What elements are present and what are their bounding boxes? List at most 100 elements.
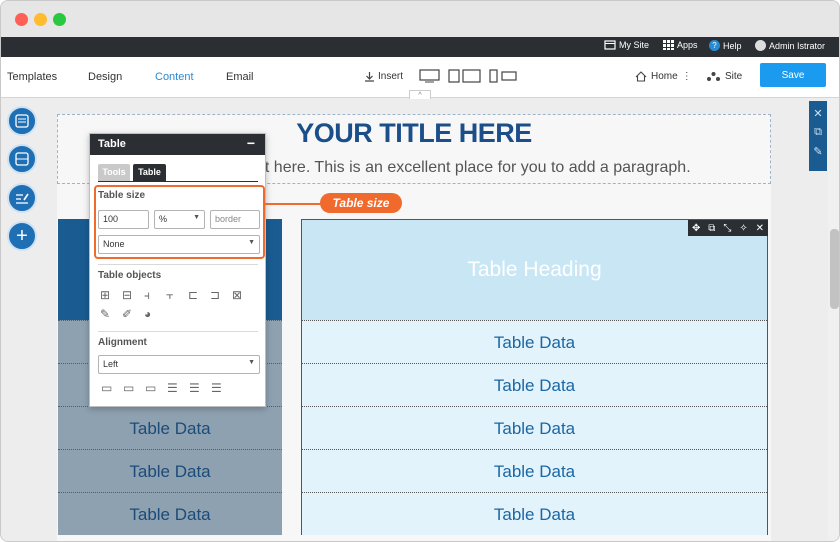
- table-row[interactable]: Table Data: [58, 406, 282, 449]
- edit-lines-icon: [15, 193, 29, 204]
- scrollbar-thumb[interactable]: [830, 229, 839, 309]
- home-page-selector[interactable]: Home ⋮: [635, 71, 692, 82]
- section-toolbar: ✕ ⧉ ✎: [809, 101, 827, 171]
- table-row[interactable]: Table Data: [58, 492, 282, 535]
- border-style-icon[interactable]: ✐: [122, 307, 132, 321]
- divider: [98, 264, 258, 265]
- home-icon: [635, 71, 647, 82]
- delete-column-icon[interactable]: ⊐: [210, 288, 220, 302]
- divider: [98, 331, 258, 332]
- align-top-icon[interactable]: ▭: [101, 381, 112, 395]
- align-right-icon[interactable]: ☰: [211, 381, 222, 395]
- cell-style-icon[interactable]: ✎: [100, 307, 110, 321]
- settings-wand-icon[interactable]: ✧: [739, 223, 747, 234]
- user-menu[interactable]: Admin Istrator: [755, 40, 825, 51]
- home-label: Home: [651, 71, 678, 82]
- close-section-icon[interactable]: ✕: [809, 107, 827, 120]
- panel-header[interactable]: Table −: [90, 134, 265, 155]
- alignment-select[interactable]: Left ▼: [98, 355, 260, 374]
- delete-row-icon[interactable]: ⊏: [188, 288, 198, 302]
- table-row[interactable]: Table Data: [58, 449, 282, 492]
- layout-icon: [15, 114, 29, 128]
- table-row[interactable]: Table Data: [302, 406, 767, 449]
- right-table[interactable]: Table Heading Table Data Table Data Tabl…: [301, 219, 768, 535]
- top-account-bar: My Site Apps ? Help Admin Istrator: [1, 37, 839, 57]
- apps-label: Apps: [677, 40, 698, 50]
- close-window-icon[interactable]: [15, 13, 28, 26]
- maximize-window-icon[interactable]: [53, 13, 66, 26]
- app-window: My Site Apps ? Help Admin Istrator Templ…: [0, 0, 840, 542]
- chevron-down-icon: ▼: [248, 359, 255, 366]
- sitemap-icon: [707, 72, 720, 81]
- user-name: Admin Istrator: [769, 40, 826, 51]
- mobile-view-icon[interactable]: [489, 69, 519, 83]
- more-vertical-icon[interactable]: ⋮: [682, 71, 692, 82]
- insert-button[interactable]: Insert: [364, 71, 403, 82]
- help-label: Help: [723, 40, 742, 51]
- tab-templates[interactable]: Templates: [7, 71, 57, 83]
- minimize-panel-button[interactable]: −: [247, 135, 255, 151]
- copy-icon[interactable]: ⧉: [708, 223, 715, 234]
- save-button[interactable]: Save: [760, 63, 826, 87]
- collapse-toolbar-handle[interactable]: ^: [409, 90, 431, 99]
- site-label: Site: [725, 71, 743, 82]
- help-icon: ?: [709, 40, 720, 51]
- move-icon[interactable]: ✥: [692, 223, 700, 234]
- alignment-label: Alignment: [98, 337, 147, 348]
- tab-design[interactable]: Design: [88, 71, 122, 83]
- calendar-icon: [604, 40, 616, 50]
- table-toolbar: ✥ ⧉ ⤡ ✧ ✕: [688, 220, 768, 236]
- apps-link[interactable]: Apps: [663, 40, 698, 50]
- tab-email[interactable]: Email: [226, 71, 254, 83]
- minimize-window-icon[interactable]: [34, 13, 47, 26]
- table-row[interactable]: Table Data: [302, 492, 767, 535]
- add-element-button[interactable]: +: [7, 221, 37, 251]
- edit-text-button[interactable]: [7, 183, 37, 213]
- align-middle-icon[interactable]: ▭: [123, 381, 134, 395]
- align-bottom-icon[interactable]: ▭: [145, 381, 156, 395]
- window-titlebar: [1, 1, 839, 37]
- tab-underline: [98, 181, 258, 182]
- help-link[interactable]: ? Help: [709, 40, 742, 51]
- my-site-link[interactable]: My Site: [604, 40, 649, 50]
- avatar: [755, 40, 766, 51]
- close-icon[interactable]: ✕: [756, 223, 764, 234]
- grid-icon: [663, 40, 674, 50]
- vertical-scrollbar[interactable]: [828, 98, 839, 541]
- insert-row-below-icon[interactable]: ⊟: [122, 288, 132, 302]
- tab-tools[interactable]: Tools: [98, 164, 130, 181]
- insert-row-above-icon[interactable]: ⊞: [100, 288, 110, 302]
- tab-content[interactable]: Content: [155, 71, 194, 83]
- edit-section-icon[interactable]: ✎: [809, 145, 827, 158]
- layout-panel-button[interactable]: [7, 106, 37, 136]
- panel-title: Table: [98, 138, 126, 150]
- insert-column-right-icon[interactable]: ⫟: [166, 288, 173, 303]
- resize-icon[interactable]: ⤡: [723, 223, 731, 234]
- insert-label: Insert: [378, 71, 404, 82]
- tab-table[interactable]: Table: [133, 164, 166, 181]
- table-size-highlight: [94, 185, 265, 259]
- blocks-icon: [15, 152, 29, 166]
- insert-column-left-icon[interactable]: ⫞: [144, 288, 150, 303]
- merge-cells-icon[interactable]: ⊠: [232, 288, 242, 302]
- table-row[interactable]: Table Data: [302, 363, 767, 406]
- tablet-view-icon[interactable]: [448, 69, 482, 83]
- alignment-value: Left: [103, 359, 119, 369]
- align-center-icon[interactable]: ☰: [189, 381, 200, 395]
- callout-connector: [265, 203, 321, 205]
- table-size-callout: Table size: [320, 193, 402, 213]
- site-menu[interactable]: Site: [707, 71, 742, 82]
- table-row[interactable]: Table Data: [302, 449, 767, 492]
- desktop-view-icon[interactable]: [419, 69, 440, 83]
- plus-icon: +: [16, 225, 28, 247]
- blocks-panel-button[interactable]: [7, 144, 37, 174]
- table-objects-label: Table objects: [98, 270, 162, 281]
- download-icon: [365, 72, 374, 82]
- align-left-icon[interactable]: ☰: [167, 381, 178, 395]
- cell-color-icon[interactable]: ◕: [144, 307, 151, 321]
- copy-section-icon[interactable]: ⧉: [809, 126, 827, 139]
- my-site-label: My Site: [619, 40, 650, 50]
- page-paragraph[interactable]: nt here. This is an excellent place for …: [256, 159, 691, 177]
- table-row[interactable]: Table Data: [302, 320, 767, 363]
- table-properties-panel: Table − Tools Table Table size 100 % ▼ b…: [89, 133, 266, 407]
